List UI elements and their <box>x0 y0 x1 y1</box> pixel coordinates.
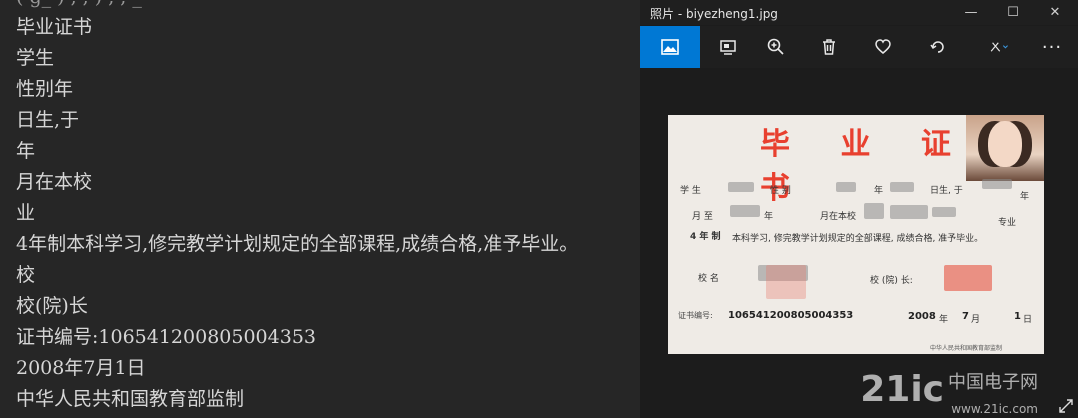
cert-label: 4 年 制 <box>690 232 721 242</box>
zoom-in-icon[interactable] <box>756 31 796 63</box>
console-line: 毕业证书 <box>16 16 93 38</box>
cert-footer: 中华人民共和国教育部监制 <box>930 345 1003 352</box>
console-line: 证书编号:106541200805004353 <box>16 326 316 348</box>
cert-month: 7 <box>962 311 969 322</box>
window-title: 照片 - biyezheng1.jpg <box>650 7 778 21</box>
watermark-url: www.21ic.com <box>951 402 1038 416</box>
cert-label: 年 <box>764 212 774 222</box>
slideshow-icon[interactable] <box>708 31 748 63</box>
rotate-icon[interactable] <box>918 31 958 63</box>
console-output: ( g_ ) , , ) , , _ 毕业证书 学生 性别年 日生,于 年 月在… <box>0 0 640 418</box>
cert-month-unit: 月 <box>971 315 981 325</box>
watermark-logo: 21ic <box>860 369 944 410</box>
cert-serial-label: 证书编号: <box>678 311 713 320</box>
cert-label: 年 <box>874 186 884 196</box>
watermark-cn: 中国电子网 <box>948 372 1038 393</box>
console-line: 校(院)长 <box>16 295 88 317</box>
image-icon[interactable] <box>640 26 700 68</box>
expand-icon[interactable] <box>1058 398 1074 414</box>
cert-label: 月在本校 <box>820 212 857 222</box>
cert-label: 校 (院) 长: <box>870 276 913 286</box>
cert-day: 1 <box>1014 311 1021 322</box>
cert-label: 日生, 于 <box>930 186 963 196</box>
more-options-button[interactable]: ··· <box>1032 31 1072 63</box>
maximize-button[interactable]: ☐ <box>998 3 1028 23</box>
photos-window: 照片 - biyezheng1.jpg — ☐ ✕ ··· 毕 业 证 书 学 … <box>640 0 1078 418</box>
console-line: 日生,于 <box>16 109 80 131</box>
toolbar: ··· <box>640 26 1078 68</box>
console-line: 校 <box>16 264 36 286</box>
favorite-icon[interactable] <box>863 31 903 63</box>
cert-label: 月 至 <box>692 212 713 222</box>
certificate-image: 毕 业 证 书 学 生 性 别 年 日生, 于 年 月 至 年 月在本校 专业 … <box>668 115 1044 354</box>
edit-icon[interactable] <box>974 31 1024 63</box>
cert-label: 校 名 <box>698 274 719 284</box>
cert-serial: 106541200805004353 <box>728 310 854 321</box>
console-cut-line: ( g_ ) , , ) , , _ <box>16 0 142 8</box>
close-button[interactable]: ✕ <box>1040 3 1070 23</box>
cert-label: 年 <box>1020 192 1030 202</box>
minimize-button[interactable]: — <box>956 3 986 23</box>
cert-year: 2008 <box>908 311 936 322</box>
console-line: 业 <box>16 202 36 224</box>
console-line: 月在本校 <box>16 171 93 193</box>
cert-label: 性 别 <box>770 186 791 196</box>
console-line: 中华人民共和国教育部监制 <box>16 388 245 410</box>
console-line: 年 <box>16 140 36 162</box>
cert-day-unit: 日 <box>1023 315 1033 325</box>
console-line: 4年制本科学习,修完教学计划规定的全部课程,成绩合格,准予毕业。 <box>16 233 579 255</box>
cert-body: 本科学习, 修完教学计划规定的全部课程, 成绩合格, 准予毕业。 <box>732 234 984 244</box>
cert-label: 专业 <box>998 218 1017 228</box>
cert-label: 学 生 <box>680 186 701 196</box>
delete-icon[interactable] <box>809 31 849 63</box>
title-bar: 照片 - biyezheng1.jpg — ☐ ✕ <box>640 0 1078 25</box>
console-line: 2008年7月1日 <box>16 357 146 379</box>
cert-year-unit: 年 <box>939 315 949 325</box>
student-photo <box>966 115 1044 181</box>
console-line: 学生 <box>16 47 55 69</box>
console-line: 性别年 <box>16 78 74 100</box>
